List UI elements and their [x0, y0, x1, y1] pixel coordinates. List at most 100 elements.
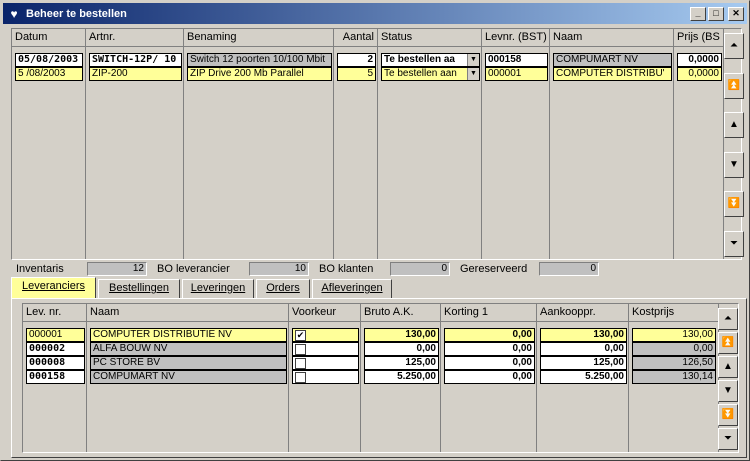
row4-naam[interactable]: COMPUMART NV — [90, 370, 287, 384]
header-kostprijs[interactable]: Kostprijs — [629, 306, 719, 319]
row1-kost[interactable]: 130,00 — [632, 328, 716, 342]
row2-kost[interactable]: 0,00 — [632, 342, 716, 356]
row1-korting[interactable]: 0,00 — [444, 328, 535, 342]
row1-prijs[interactable]: 0,0000 — [677, 53, 722, 67]
row1-status[interactable]: Te bestellen aa ▼ — [381, 53, 480, 67]
page-up-icon[interactable]: ⏫ — [724, 72, 744, 99]
row2-artnr[interactable]: ZIP-200 — [89, 67, 182, 81]
header-voorkeur[interactable]: Voorkeur — [289, 306, 361, 319]
row1-naam[interactable]: COMPUMART NV — [553, 53, 672, 67]
header-levnr[interactable]: Lev. nr. — [23, 306, 87, 319]
voorkeur-checkbox[interactable]: ✔ — [295, 330, 306, 341]
header-datum[interactable]: Datum — [12, 31, 86, 44]
row1-bruto[interactable]: 130,00 — [364, 328, 439, 342]
row3-levnr[interactable]: 000008 — [26, 356, 85, 370]
maximize-button[interactable]: □ — [708, 6, 724, 21]
orders-grid[interactable]: Datum Artnr. Benaming Aantal Status Levn… — [11, 28, 744, 260]
row3-aankoop[interactable]: 125,00 — [540, 356, 627, 370]
window-title: Beheer te bestellen — [26, 7, 127, 20]
row1-benaming[interactable]: Switch 12 poorten 10/100 Mbit — [187, 53, 332, 67]
row1-aantal[interactable]: 2 — [337, 53, 376, 67]
row3-kost[interactable]: 126,50 — [632, 356, 716, 370]
voorkeur-checkbox[interactable] — [295, 344, 306, 355]
row2-levnr[interactable]: 000002 — [26, 342, 85, 356]
bo-leverancier-label: BO leverancier — [157, 263, 230, 275]
bo-klanten-label: BO klanten — [319, 263, 374, 275]
row2-korting[interactable]: 0,00 — [444, 342, 535, 356]
row2-naam[interactable]: COMPUTER DISTRIBU' — [553, 67, 672, 81]
row2-aankoop[interactable]: 0,00 — [540, 342, 627, 356]
header-benaming[interactable]: Benaming — [184, 31, 334, 44]
last-record-icon[interactable]: ⏷ — [724, 230, 744, 257]
header-naam[interactable]: Naam — [550, 31, 674, 44]
row4-voorkeur[interactable] — [292, 370, 359, 384]
row4-kost[interactable]: 130,14 — [632, 370, 716, 384]
row3-voorkeur[interactable] — [292, 356, 359, 370]
header-status[interactable]: Status — [378, 31, 482, 44]
voorkeur-checkbox[interactable] — [295, 358, 306, 369]
down-icon[interactable]: ▼ — [718, 380, 738, 402]
row3-bruto[interactable]: 125,00 — [364, 356, 439, 370]
row1-aankoop[interactable]: 130,00 — [540, 328, 627, 342]
row4-aankoop[interactable]: 5.250,00 — [540, 370, 627, 384]
row2-naam[interactable]: ALFA BOUW NV — [90, 342, 287, 356]
header-levnr[interactable]: Levnr. (BST) — [482, 31, 550, 44]
row1-naam[interactable]: COMPUTER DISTRIBUTIE NV — [90, 328, 287, 342]
tab-orders[interactable]: Orders — [256, 279, 310, 299]
inventaris-value: 12 — [87, 262, 147, 276]
row2-voorkeur[interactable] — [292, 342, 359, 356]
bo-klanten-value: 0 — [390, 262, 450, 276]
chevron-down-icon[interactable]: ▼ — [467, 54, 479, 66]
header-prijs[interactable]: Prijs (BS — [674, 31, 724, 44]
header-naam[interactable]: Naam — [87, 306, 289, 319]
header-aantal[interactable]: Aantal — [334, 31, 378, 44]
row2-datum[interactable]: 5 /08/2003 — [15, 67, 83, 81]
title-bar[interactable]: ♥ Beheer te bestellen _ □ ✕ — [3, 3, 747, 24]
row4-bruto[interactable]: 5.250,00 — [364, 370, 439, 384]
row2-benaming[interactable]: ZIP Drive 200 Mb Parallel — [187, 67, 332, 81]
row4-korting[interactable]: 0,00 — [444, 370, 535, 384]
header-artnr[interactable]: Artnr. — [86, 31, 184, 44]
chevron-down-icon[interactable]: ▼ — [467, 68, 479, 80]
page-down-icon[interactable]: ⏬ — [724, 191, 744, 218]
first-record-icon[interactable]: ⏶ — [724, 33, 744, 59]
tab-panel: Lev. nr. Naam Voorkeur Bruto A.K. Kortin… — [11, 298, 747, 458]
suppliers-grid[interactable]: Lev. nr. Naam Voorkeur Bruto A.K. Kortin… — [22, 303, 739, 453]
row3-korting[interactable]: 0,00 — [444, 356, 535, 370]
first-record-icon[interactable]: ⏶ — [718, 308, 738, 330]
row1-levnr[interactable]: 000158 — [485, 53, 548, 67]
window: ♥ Beheer te bestellen _ □ ✕ Datum Artnr.… — [0, 0, 750, 461]
up-icon[interactable]: ▲ — [718, 356, 738, 378]
app-icon: ♥ — [10, 6, 18, 21]
minimize-button[interactable]: _ — [690, 6, 706, 21]
last-record-icon[interactable]: ⏷ — [718, 428, 738, 450]
row3-naam[interactable]: PC STORE BV — [90, 356, 287, 370]
page-down-icon[interactable]: ⏬ — [718, 404, 738, 426]
row1-voorkeur[interactable]: ✔ — [292, 328, 359, 342]
row2-bruto[interactable]: 0,00 — [364, 342, 439, 356]
row4-levnr[interactable]: 000158 — [26, 370, 85, 384]
row2-aantal[interactable]: 5 — [337, 67, 376, 81]
header-aankoop[interactable]: Aankooppr. — [537, 306, 629, 319]
header-korting[interactable]: Korting 1 — [441, 306, 537, 319]
tab-afleveringen[interactable]: Afleveringen — [312, 279, 392, 299]
page-up-icon[interactable]: ⏫ — [718, 332, 738, 354]
row2-status-text: Te bestellen aan — [384, 68, 457, 79]
row1-artnr[interactable]: SWITCH-12P/ 10 — [89, 53, 182, 67]
inventaris-label: Inventaris — [16, 263, 64, 275]
row2-levnr[interactable]: 000001 — [485, 67, 548, 81]
voorkeur-checkbox[interactable] — [295, 372, 306, 383]
tab-bestellingen[interactable]: Bestellingen — [98, 279, 180, 299]
header-bruto[interactable]: Bruto A.K. — [361, 306, 441, 319]
row2-prijs[interactable]: 0,0000 — [677, 67, 722, 81]
row1-levnr[interactable]: 000001 — [26, 328, 85, 342]
row1-datum[interactable]: 05/08/2003 — [15, 53, 83, 67]
tab-leveranciers[interactable]: Leveranciers — [11, 277, 96, 299]
gereserveerd-label: Gereserveerd — [460, 263, 528, 275]
gereserveerd-value: 0 — [539, 262, 599, 276]
tab-leveringen[interactable]: Leveringen — [182, 279, 254, 299]
down-icon[interactable]: ▼ — [724, 151, 744, 178]
up-icon[interactable]: ▲ — [724, 112, 744, 139]
row2-status[interactable]: Te bestellen aan ▼ — [381, 67, 480, 81]
close-button[interactable]: ✕ — [728, 6, 744, 21]
